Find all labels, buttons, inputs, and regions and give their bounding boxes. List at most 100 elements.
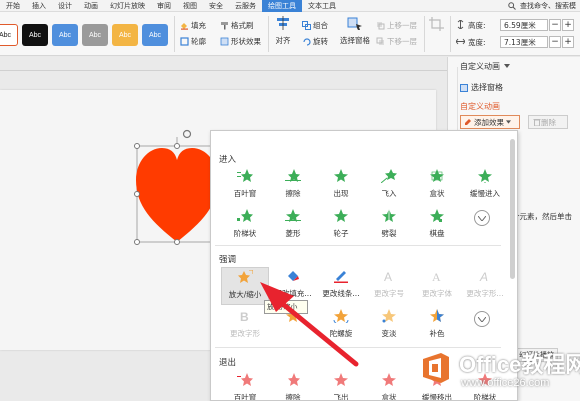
group-icon: [302, 21, 311, 30]
add-effect-button[interactable]: 添加效果: [460, 115, 520, 129]
format-brush-label: 格式刷: [231, 21, 254, 30]
rotate-button[interactable]: 旋转: [302, 36, 328, 47]
effect-label: 棋盘: [429, 229, 445, 238]
style-swatch-5[interactable]: Abc: [112, 24, 138, 46]
effect-split[interactable]: 劈裂: [365, 207, 413, 245]
style-swatch-1[interactable]: Abc: [0, 24, 18, 46]
effect-complementary[interactable]: 补色: [413, 307, 461, 345]
svg-text:B: B: [240, 310, 249, 323]
heart-shape[interactable]: [132, 126, 222, 250]
width-input[interactable]: 7.13厘米: [500, 36, 548, 48]
select-pane-link[interactable]: 选择窗格: [460, 82, 503, 93]
format-brush-button[interactable]: 格式刷: [220, 20, 254, 31]
style-swatch-2[interactable]: Abc: [22, 24, 48, 46]
align-label: 对齐: [275, 36, 291, 45]
style-swatch-3[interactable]: Abc: [52, 24, 78, 46]
effect-label: 更改字形...: [466, 289, 504, 298]
menu-insert[interactable]: 插入: [26, 0, 52, 12]
fill-button[interactable]: 填充: [180, 20, 206, 31]
effect-change-font-size[interactable]: A 更改字号: [365, 267, 413, 305]
effect-crawl-in[interactable]: 缓慢进入: [461, 167, 509, 205]
menu-review[interactable]: 审阅: [151, 0, 177, 12]
effect-label: 劈裂: [381, 229, 397, 238]
font-size-icon: A: [384, 270, 392, 283]
send-backward-icon: [376, 37, 384, 45]
crop-button[interactable]: [428, 16, 446, 35]
effect-exit-blinds[interactable]: 百叶窗: [221, 371, 269, 400]
menu-cloud[interactable]: 云服务: [229, 0, 262, 12]
star-green-icon: [382, 209, 396, 222]
outline-label: 轮廓: [191, 37, 206, 46]
align-button[interactable]: 对齐: [274, 16, 292, 46]
effect-appear[interactable]: 出现: [317, 167, 365, 205]
delete-label: 删除: [541, 117, 556, 127]
selection-pane-button[interactable]: 选择窗格: [340, 16, 370, 46]
selection-pane-label: 选择窗格: [340, 36, 370, 45]
command-search[interactable]: 查找命令、搜索模: [508, 1, 580, 11]
effect-label: 更改字体: [422, 289, 452, 298]
send-backward-button[interactable]: 下移一层: [376, 36, 417, 47]
menu-design[interactable]: 设计: [52, 0, 78, 12]
width-increase-button[interactable]: +: [562, 36, 574, 48]
entrance-more-button[interactable]: [474, 210, 490, 226]
style-swatch-4[interactable]: Abc: [82, 24, 108, 46]
menu-view[interactable]: 视图: [177, 0, 203, 12]
effect-label: 菱形: [285, 229, 301, 238]
menu-home[interactable]: 开始: [0, 0, 26, 12]
effect-label: 百叶窗: [233, 189, 257, 198]
menu-text-tools[interactable]: 文本工具: [302, 0, 342, 12]
star-red-icon: [237, 373, 253, 386]
exit-section-title: 退出: [219, 358, 237, 368]
effect-blinds[interactable]: 百叶窗: [221, 167, 269, 205]
paint-bucket-icon: [181, 23, 188, 30]
effect-label: 更改字号: [374, 289, 404, 298]
effect-fly-out[interactable]: 飞出: [317, 371, 365, 400]
menu-security[interactable]: 安全: [203, 0, 229, 12]
fill-label: 填充: [191, 21, 206, 30]
star-green-icon: [285, 209, 301, 222]
star-green-icon: [334, 209, 348, 222]
style-swatch-6[interactable]: Abc: [142, 24, 168, 46]
star-green-icon: [237, 209, 253, 222]
canvas-divider: [0, 70, 447, 71]
effect-label: 擦除: [285, 393, 301, 401]
effect-label: 飞入: [381, 189, 397, 198]
effect-change-font-style[interactable]: A 更改字形...: [461, 267, 509, 305]
effect-checkerboard[interactable]: 棋盘: [413, 207, 461, 245]
height-increase-button[interactable]: +: [562, 19, 574, 31]
height-decrease-button[interactable]: −: [549, 19, 561, 31]
effect-stairs[interactable]: 阶梯状: [221, 207, 269, 245]
bold-icon: B: [240, 310, 249, 323]
menu-scrollbar[interactable]: [510, 139, 515, 279]
menu-slideshow[interactable]: 幻灯片放映: [104, 0, 151, 12]
emphasis-more-button[interactable]: [474, 311, 490, 327]
effect-wheel[interactable]: 轮子: [317, 207, 365, 245]
effect-wipe[interactable]: 擦除: [269, 167, 317, 205]
star-red-icon: [334, 373, 348, 386]
effect-fly-in[interactable]: 飞入: [365, 167, 413, 205]
width-decrease-button[interactable]: −: [549, 36, 561, 48]
outline-button[interactable]: 轮廓: [180, 36, 206, 47]
bring-forward-button[interactable]: 上移一层: [376, 20, 417, 31]
effect-box[interactable]: 盒状: [413, 167, 461, 205]
font-icon: A: [432, 270, 441, 283]
shape-effect-button[interactable]: 形状效果: [220, 36, 261, 47]
pane-hint-text: 个元素，然后单击: [512, 212, 572, 221]
effect-change-font[interactable]: A 更改字体: [413, 267, 461, 305]
menu-animation[interactable]: 动画: [78, 0, 104, 12]
effect-diamond[interactable]: 菱形: [269, 207, 317, 245]
effect-label: 轮子: [333, 229, 349, 238]
delete-button[interactable]: 删除: [528, 115, 568, 129]
chevron-down-icon[interactable]: [504, 64, 510, 68]
menu-drawing-tools[interactable]: 绘图工具: [262, 0, 302, 12]
effect-exit-wipe[interactable]: 擦除: [269, 371, 317, 401]
height-input[interactable]: 6.59厘米: [500, 19, 548, 31]
entrance-section-title: 进入: [219, 155, 237, 165]
effect-fade[interactable]: 变淡: [365, 307, 413, 345]
send-backward-label: 下移一层: [387, 37, 417, 46]
effect-exit-box[interactable]: 盒状: [365, 371, 413, 400]
outline-icon: [180, 37, 189, 46]
height-icon: [457, 20, 464, 29]
effect-label: 变淡: [381, 329, 397, 338]
group-button[interactable]: 组合: [302, 20, 328, 31]
